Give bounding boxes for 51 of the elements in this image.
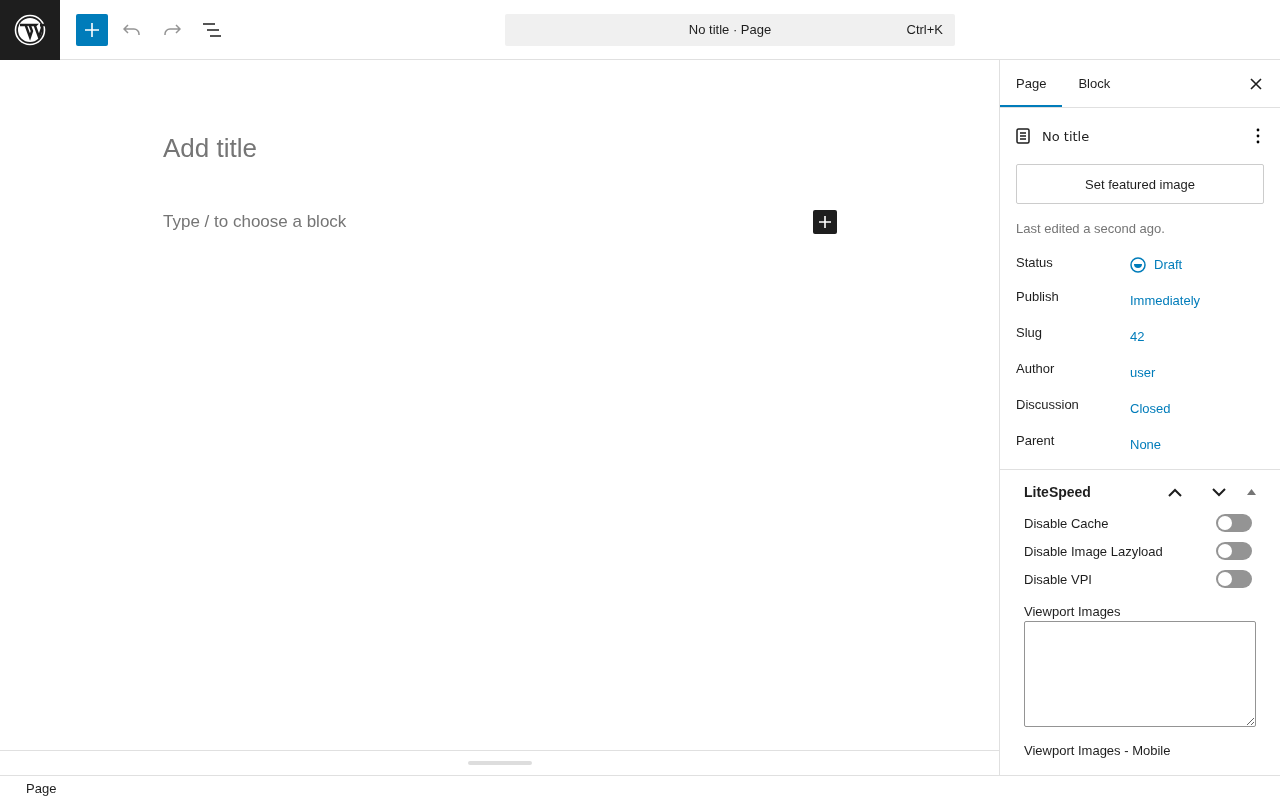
- collapse-toggle[interactable]: [1247, 489, 1256, 495]
- breadcrumb-link[interactable]: Page: [26, 780, 57, 796]
- viewport-images-field[interactable]: [1024, 621, 1256, 727]
- keyboard-shortcut: Ctrl+K: [906, 22, 943, 37]
- sidebar-tab[interactable]: Page: [1000, 60, 1063, 107]
- toggle-switch[interactable]: [1216, 570, 1252, 588]
- block-placeholder[interactable]: Type / to choose a block: [163, 212, 347, 232]
- redo-icon: [163, 23, 181, 36]
- add-block-button[interactable]: [76, 13, 108, 46]
- toggle-switch[interactable]: [1216, 542, 1252, 560]
- page-icon: [1016, 128, 1030, 144]
- field-label: Status: [1016, 254, 1054, 272]
- list-view-icon: [202, 22, 222, 37]
- close-icon: [1250, 77, 1262, 90]
- panel-title: LiteSpeed: [1024, 484, 1091, 500]
- wordpress-logo-icon: [14, 13, 46, 46]
- chevron-down-icon: [1212, 487, 1226, 497]
- field-value-link[interactable]: user: [1130, 363, 1156, 383]
- triangle-up-icon: [1247, 489, 1256, 495]
- toggle-switch[interactable]: [1216, 514, 1252, 532]
- field-label: Parent: [1016, 432, 1056, 450]
- last-edited-text: Last edited a second ago.: [1016, 221, 1166, 236]
- resize-handle[interactable]: [467, 761, 532, 765]
- document-title: No title · Page: [688, 22, 772, 37]
- toggle-label: Disable Image Lazyload: [1024, 543, 1163, 559]
- field-label: Publish: [1016, 288, 1060, 306]
- undo-icon: [123, 23, 141, 36]
- field-value-link[interactable]: None: [1130, 435, 1162, 455]
- set-featured-image-button[interactable]: Set featured image: [1016, 164, 1264, 204]
- sidebar-tab[interactable]: Block: [1062, 60, 1127, 107]
- textarea-label: Viewport Images - Mobile: [1024, 743, 1172, 758]
- toggle-label: Disable Cache: [1024, 515, 1109, 531]
- field-value-link[interactable]: Immediately: [1130, 291, 1201, 311]
- field-label: Slug: [1016, 324, 1044, 342]
- post-title: No title: [1042, 128, 1090, 144]
- field-label: Author: [1016, 360, 1056, 378]
- title-field[interactable]: Add title: [163, 132, 999, 164]
- toggle-label: Disable VPI: [1024, 571, 1092, 587]
- block-inserter-button[interactable]: [813, 210, 837, 234]
- chevron-up-icon: [1168, 487, 1182, 497]
- wordpress-logo[interactable]: [0, 0, 60, 60]
- plus-icon: [85, 22, 99, 37]
- status-link[interactable]: Draft: [1154, 255, 1183, 275]
- draft-status-icon: [1130, 257, 1146, 273]
- field-value-link[interactable]: 42: [1130, 327, 1145, 347]
- field-label: Discussion: [1016, 396, 1080, 414]
- command-palette-bar[interactable]: No title · Page Ctrl+K: [505, 13, 955, 46]
- field-value-link[interactable]: Closed: [1130, 399, 1171, 419]
- more-vertical-icon: [1256, 128, 1260, 144]
- textarea-label: Viewport Images: [1024, 604, 1122, 619]
- plus-icon: [819, 216, 831, 228]
